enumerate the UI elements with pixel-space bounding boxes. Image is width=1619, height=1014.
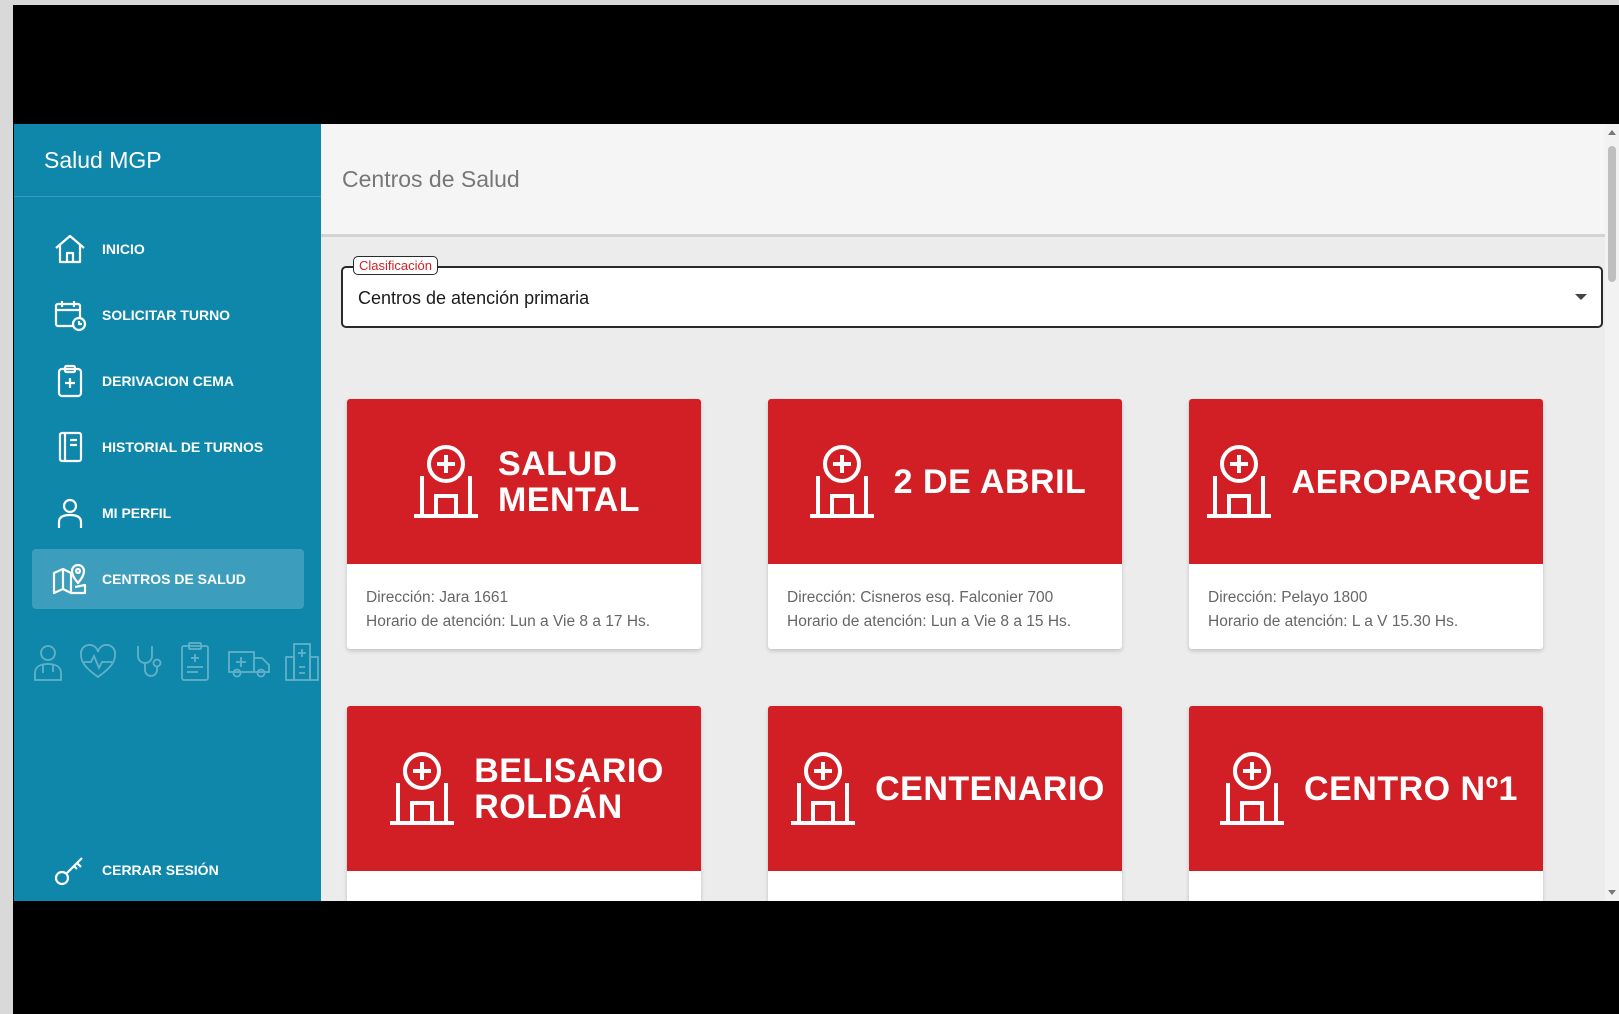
- card-address: Dirección: Cisneros esq. Falconier 700: [787, 589, 1054, 606]
- health-center-card[interactable]: BELISARIO ROLDÁN: [347, 706, 701, 901]
- card-info: [1189, 871, 1543, 893]
- card-title: CENTENARIO: [875, 769, 1105, 808]
- ambulance-icon: [226, 644, 272, 685]
- hospital-icon: [1207, 444, 1272, 518]
- sidebar-item-label: CENTROS DE SALUD: [102, 571, 246, 587]
- card-hours: Horario de atención: Lun a Vie 8 a 17 Hs…: [366, 613, 651, 630]
- sidebar-item-label: SOLICITAR TURNO: [102, 307, 231, 323]
- clasificacion-select[interactable]: Clasificación Centros de atención primar…: [341, 256, 1603, 328]
- stethoscope-icon: [130, 642, 166, 687]
- sidebar-item-mi-perfil[interactable]: MI PERFIL: [32, 483, 304, 543]
- hospital-icon: [809, 444, 874, 518]
- select-value: Centros de atención primaria: [358, 288, 590, 308]
- health-center-card[interactable]: CENTENARIO: [768, 706, 1122, 901]
- sidebar-item-inicio[interactable]: INICIO: [32, 219, 304, 279]
- logout-button[interactable]: CERRAR SESIÓN: [32, 842, 304, 898]
- card-title: SALUD MENTAL: [497, 444, 641, 519]
- decorative-medical-icons: [30, 636, 320, 692]
- health-center-card[interactable]: 2 DE ABRIL Dirección: Cisneros esq. Falc…: [768, 399, 1122, 649]
- health-center-card[interactable]: AEROPARQUE Dirección: Pelayo 1800 Horari…: [1189, 399, 1543, 649]
- sidebar: Salud MGP INICIO SOLICITAR TURNO DERIVAC…: [14, 124, 321, 901]
- card-title: 2 DE ABRIL: [893, 462, 1087, 501]
- vertical-scrollbar[interactable]: [1605, 124, 1619, 901]
- sidebar-item-solicitar-turno[interactable]: SOLICITAR TURNO: [32, 285, 304, 345]
- sidebar-item-label: INICIO: [102, 241, 145, 257]
- page-title: Centros de Salud: [342, 166, 520, 192]
- hospital-icon: [413, 444, 478, 518]
- card-info: [347, 871, 701, 893]
- card-info: Dirección: Pelayo 1800 Horario de atenci…: [1189, 564, 1543, 634]
- card-address: Dirección: Jara 1661: [366, 589, 509, 606]
- card-title: AEROPARQUE: [1291, 462, 1531, 500]
- card-info: Dirección: Jara 1661 Horario de atención…: [347, 564, 701, 634]
- brand-title: Salud MGP: [14, 124, 321, 197]
- sidebar-item-label: HISTORIAL DE TURNOS: [102, 439, 264, 455]
- sidebar-nav: INICIO SOLICITAR TURNO DERIVACION CEMA H…: [32, 219, 304, 615]
- scroll-up-icon[interactable]: [1608, 130, 1616, 135]
- scrollbar-thumb[interactable]: [1608, 146, 1616, 282]
- scroll-down-icon[interactable]: [1608, 890, 1616, 895]
- map-pin-icon: [48, 557, 92, 601]
- sidebar-item-derivacion-cema[interactable]: DERIVACION CEMA: [32, 351, 304, 411]
- hospital-building-icon: [284, 641, 320, 688]
- book-icon: [48, 425, 92, 469]
- doctor-icon: [30, 642, 66, 687]
- card-info: Dirección: Cisneros esq. Falconier 700 H…: [768, 564, 1122, 634]
- sidebar-item-label: DERIVACION CEMA: [102, 373, 234, 389]
- hospital-icon: [1220, 751, 1285, 825]
- card-hours: Horario de atención: Lun a Vie 8 a 15 Hs…: [787, 613, 1072, 630]
- medical-clipboard-icon: [178, 641, 214, 688]
- sidebar-item-historial-de-turnos[interactable]: HISTORIAL DE TURNOS: [32, 417, 304, 477]
- card-banner: 2 DE ABRIL: [768, 399, 1122, 564]
- card-hours: Horario de atención: L a V 15.30 Hs.: [1208, 613, 1459, 630]
- hospital-icon: [390, 751, 455, 825]
- card-banner: CENTENARIO: [768, 706, 1122, 871]
- sidebar-item-centros-de-salud[interactable]: CENTROS DE SALUD: [32, 549, 304, 609]
- chevron-down-icon: [1575, 294, 1587, 300]
- home-icon: [48, 227, 92, 271]
- key-icon: [48, 848, 92, 892]
- logout-label: CERRAR SESIÓN: [102, 862, 219, 878]
- card-banner: BELISARIO ROLDÁN: [347, 706, 701, 871]
- app-window: Salud MGP INICIO SOLICITAR TURNO DERIVAC…: [14, 124, 1619, 901]
- user-icon: [48, 491, 92, 535]
- health-center-card[interactable]: CENTRO Nº1: [1189, 706, 1543, 901]
- card-title: BELISARIO ROLDÁN: [474, 751, 664, 826]
- clipboard-plus-icon: [48, 359, 92, 403]
- heartbeat-icon: [78, 643, 118, 685]
- hospital-icon: [791, 751, 856, 825]
- card-banner: AEROPARQUE: [1189, 399, 1543, 564]
- main-content: Centros de Salud Clasificación Centros d…: [321, 124, 1619, 901]
- health-center-card[interactable]: SALUD MENTAL Dirección: Jara 1661 Horari…: [347, 399, 701, 649]
- calendar-clock-icon: [48, 293, 92, 337]
- card-info: [768, 871, 1122, 893]
- card-address: Dirección: Pelayo 1800: [1208, 589, 1368, 606]
- select-label: Clasificación: [353, 256, 438, 275]
- card-banner: SALUD MENTAL: [347, 399, 701, 564]
- card-banner: CENTRO Nº1: [1189, 706, 1543, 871]
- sidebar-item-label: MI PERFIL: [102, 505, 172, 521]
- card-title: CENTRO Nº1: [1304, 769, 1518, 808]
